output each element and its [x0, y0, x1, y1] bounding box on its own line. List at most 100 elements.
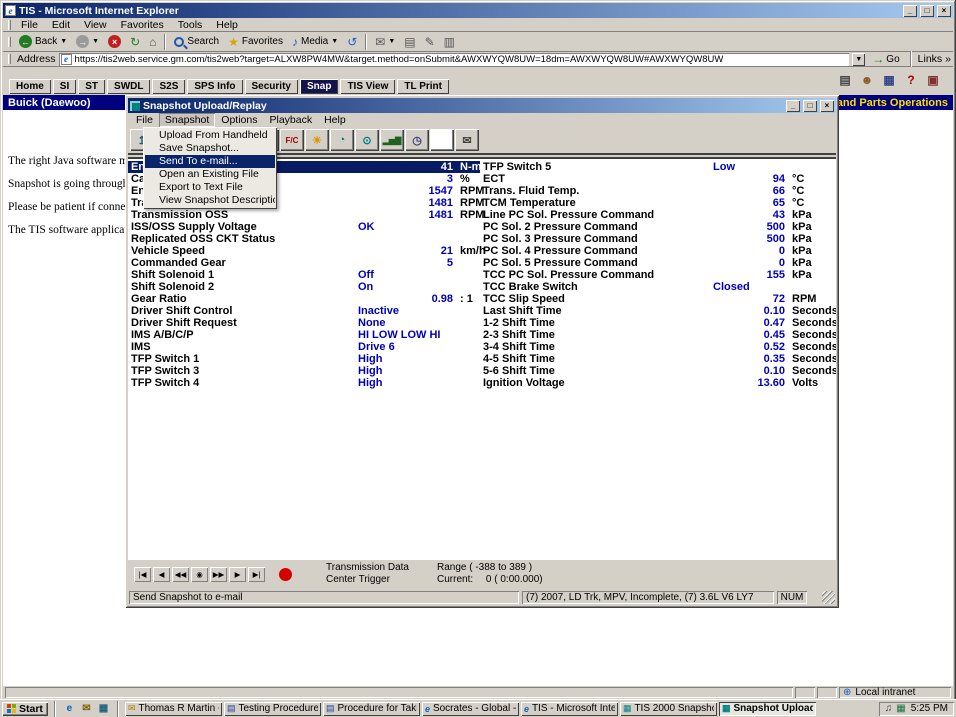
go-to-end-button[interactable]: ▶| [248, 567, 265, 582]
addressbar-grip[interactable] [8, 54, 11, 64]
stop-button[interactable]: ◉ [191, 567, 208, 582]
snapshot-close-button[interactable]: × [820, 100, 834, 112]
menu-item-export-to-text-file[interactable]: Export to Text File [145, 181, 275, 194]
snapshot-minimize-button[interactable]: _ [786, 100, 800, 112]
brightness-button[interactable]: ☀ [305, 129, 329, 151]
grid-row[interactable]: Ignition Voltage13.60Volts [480, 377, 836, 389]
forward-dropdown-arrow[interactable]: ▼ [92, 38, 99, 45]
print-button[interactable]: ▤ [400, 33, 419, 51]
mail-quicklaunch-icon[interactable]: ✉ [79, 702, 94, 716]
grid-row[interactable]: IMSDrive 6 [128, 341, 480, 353]
step-back-button[interactable]: ◀ [153, 567, 170, 582]
user-icon[interactable]: ☻ [859, 72, 875, 88]
mail-dropdown-arrow[interactable]: ▼ [388, 38, 395, 45]
clock[interactable]: 5:25 PM [911, 703, 948, 714]
stop-button[interactable]: × [104, 33, 125, 51]
tab-snap[interactable]: Snap [300, 79, 338, 94]
grid-row[interactable]: PC Sol. 5 Pressure Command0kPa [480, 257, 836, 269]
minimize-button[interactable]: _ [903, 5, 917, 17]
grid-row[interactable]: ISS/OSS Supply VoltageOK [128, 221, 480, 233]
tab-swdl[interactable]: SWDL [107, 79, 150, 94]
discuss-button[interactable]: ▥ [440, 33, 459, 51]
menu-view[interactable]: View [77, 18, 114, 32]
menu-item-open-an-existing-file[interactable]: Open an Existing File [145, 168, 275, 181]
tab-sps-info[interactable]: SPS Info [187, 79, 242, 94]
address-input[interactable]: e https://tis2web.service.gm.com/tis2web… [59, 53, 850, 66]
taskbar-task[interactable]: eTIS - Microsoft Internet ... [521, 702, 618, 716]
menu-item-upload-from-handheld[interactable]: Upload From Handheld [145, 129, 275, 142]
grid-row[interactable]: ECT94°C [480, 173, 836, 185]
gauge-display-button[interactable]: ◔ [330, 129, 354, 151]
temp-units-toggle-button[interactable]: F/C [280, 129, 304, 151]
mail-button[interactable]: ✉ ▼ [371, 33, 399, 51]
close-button[interactable]: × [937, 5, 951, 17]
tab-security[interactable]: Security [245, 79, 298, 94]
grid-row[interactable]: Gear Ratio0.98: 1 [128, 293, 480, 305]
grid-row[interactable]: Replicated OSS CKT Status [128, 233, 480, 245]
menu-tools[interactable]: Tools [171, 18, 210, 32]
grid-row[interactable]: 4-5 Shift Time0.35Seconds [480, 353, 836, 365]
email-snapshot-button[interactable]: ✉ [455, 129, 479, 151]
grid-row[interactable]: Vehicle Speed21km/h [128, 245, 480, 257]
grid-row[interactable]: TCC Slip Speed72RPM [480, 293, 836, 305]
snapshot-menu-file[interactable]: File [130, 113, 159, 127]
snapshot-menu-snapshot[interactable]: Snapshot [159, 113, 215, 127]
show-desktop-quicklaunch-icon[interactable]: ▦ [96, 702, 111, 716]
search-button[interactable]: Search [170, 33, 223, 51]
grid-row[interactable]: TFP Switch 3High [128, 365, 480, 377]
print-icon[interactable]: ▤ [837, 72, 853, 88]
media-dropdown-arrow[interactable]: ▼ [331, 38, 338, 45]
help-icon[interactable]: ? [903, 72, 919, 88]
taskbar-task[interactable]: ▦TIS 2000 Snapshot Uplo... [620, 702, 717, 716]
menu-item-save-snapshot[interactable]: Save Snapshot... [145, 142, 275, 155]
grid-row[interactable]: Driver Shift ControlInactive [128, 305, 480, 317]
menu-item-view-snapshot-description[interactable]: View Snapshot Description... [145, 194, 275, 207]
favorites-button[interactable]: ★ Favorites [224, 33, 287, 51]
go-button[interactable]: → Go [868, 52, 903, 67]
links-label[interactable]: Links [918, 53, 943, 65]
resize-grip[interactable] [822, 591, 835, 604]
grid-row[interactable]: Last Shift Time0.10Seconds [480, 305, 836, 317]
ie-quicklaunch-icon[interactable]: e [62, 702, 77, 716]
grid-row[interactable]: TFP Switch 1High [128, 353, 480, 365]
exit-icon[interactable]: ▣ [925, 72, 941, 88]
forward-button[interactable]: → ▼ [72, 33, 103, 51]
start-button[interactable]: Start [2, 702, 48, 716]
menubar-grip[interactable] [8, 20, 11, 30]
grid-row[interactable]: PC Sol. 3 Pressure Command500kPa [480, 233, 836, 245]
tab-s2s[interactable]: S2S [152, 79, 185, 94]
grid-row[interactable]: PC Sol. 4 Pressure Command0kPa [480, 245, 836, 257]
tab-si[interactable]: SI [53, 79, 76, 94]
menu-help[interactable]: Help [209, 18, 245, 32]
grid-row[interactable]: 3-4 Shift Time0.52Seconds [480, 341, 836, 353]
links-chevron[interactable]: » [945, 53, 951, 65]
history-button[interactable]: ↺ [343, 33, 361, 51]
grid-row[interactable]: Line PC Sol. Pressure Command43kPa [480, 209, 836, 221]
taskbar-task[interactable]: ▤Procedure for Taking Sn... [323, 702, 420, 716]
taskbar-task[interactable]: eSocrates - Global - Micro... [422, 702, 519, 716]
grid-row[interactable]: TFP Switch 5Low [480, 161, 836, 173]
play-forward-button[interactable]: ▶▶ [210, 567, 227, 582]
grid-row[interactable]: Shift Solenoid 1Off [128, 269, 480, 281]
grid-row[interactable]: TFP Switch 4High [128, 377, 480, 389]
record-button[interactable] [279, 568, 292, 581]
snapshot-menu-help[interactable]: Help [318, 113, 352, 127]
tab-st[interactable]: ST [78, 79, 105, 94]
step-forward-button[interactable]: ▶ [229, 567, 246, 582]
grid-row[interactable]: 5-6 Shift Time0.10Seconds [480, 365, 836, 377]
title-bar[interactable]: e TIS - Microsoft Internet Explorer _ □ … [3, 3, 953, 18]
play-reverse-button[interactable]: ◀◀ [172, 567, 189, 582]
taskbar-task[interactable]: ▤Testing Procedures [224, 702, 321, 716]
address-dropdown-button[interactable]: ▼ [852, 53, 865, 66]
grid-row[interactable]: Transmission OSS1481RPM [128, 209, 480, 221]
snapshot-title-bar[interactable]: Snapshot Upload/Replay _ □ × [128, 98, 836, 113]
lock-button[interactable]: ⊙ [355, 129, 379, 151]
grid-row[interactable]: Commanded Gear5 [128, 257, 480, 269]
grid-row[interactable]: Trans. Fluid Temp.66°C [480, 185, 836, 197]
menu-item-send-to-e-mail[interactable]: Send To e-mail... [145, 155, 275, 168]
menu-edit[interactable]: Edit [45, 18, 77, 32]
media-button[interactable]: ♪ Media ▼ [288, 33, 342, 51]
grid-row[interactable]: TCM Temperature65°C [480, 197, 836, 209]
tab-tl-print[interactable]: TL Print [397, 79, 449, 94]
taskbar-task[interactable]: ✉Thomas R Martin - Inbox... [125, 702, 222, 716]
